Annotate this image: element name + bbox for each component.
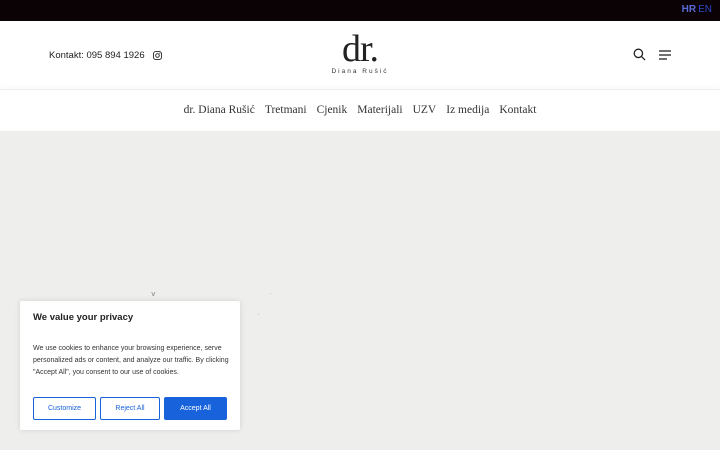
nav-item-tretmani[interactable]: Tretmani (265, 104, 307, 116)
reject-all-button[interactable]: Reject All (100, 397, 160, 420)
hero-artifact: . (258, 311, 260, 317)
customize-button[interactable]: Customize (33, 397, 96, 420)
nav-item-kontakt[interactable]: Kontakt (499, 104, 536, 116)
language-switcher: HR EN (682, 4, 712, 15)
logo-mark: dr. (341, 28, 379, 70)
hero-artifact: . (270, 290, 272, 296)
search-icon[interactable] (633, 48, 646, 61)
language-en-link[interactable]: EN (698, 4, 712, 15)
logo-subtitle: Diana Rušić (331, 68, 389, 75)
nav-item-dr-diana-rusic[interactable]: dr. Diana Rušić (184, 104, 255, 116)
nav-item-cjenik[interactable]: Cjenik (317, 104, 348, 116)
language-hr-link[interactable]: HR (682, 4, 696, 15)
main-navigation: dr. Diana Rušić Tretmani Cjenik Materija… (0, 89, 720, 131)
top-bar: HR EN (0, 0, 720, 21)
cookie-title: We value your privacy (33, 312, 134, 323)
nav-list: dr. Diana Rušić Tretmani Cjenik Materija… (0, 104, 720, 116)
nav-item-iz-medija[interactable]: Iz medija (446, 104, 489, 116)
nav-item-materijali[interactable]: Materijali (357, 104, 402, 116)
nav-item-uzv[interactable]: UZV (413, 104, 437, 116)
accept-all-button[interactable]: Accept All (164, 397, 227, 420)
cookie-description: We use cookies to enhance your browsing … (33, 345, 229, 376)
cookie-consent-banner: We value your privacy We use cookies to … (20, 301, 240, 430)
hero-artifact: ˅ (151, 290, 156, 299)
menu-icon[interactable] (659, 50, 671, 60)
site-logo[interactable]: dr. Diana Rušić (0, 30, 720, 75)
site-header: Kontakt: 095 894 1926 dr. Diana Rušić (0, 21, 720, 89)
